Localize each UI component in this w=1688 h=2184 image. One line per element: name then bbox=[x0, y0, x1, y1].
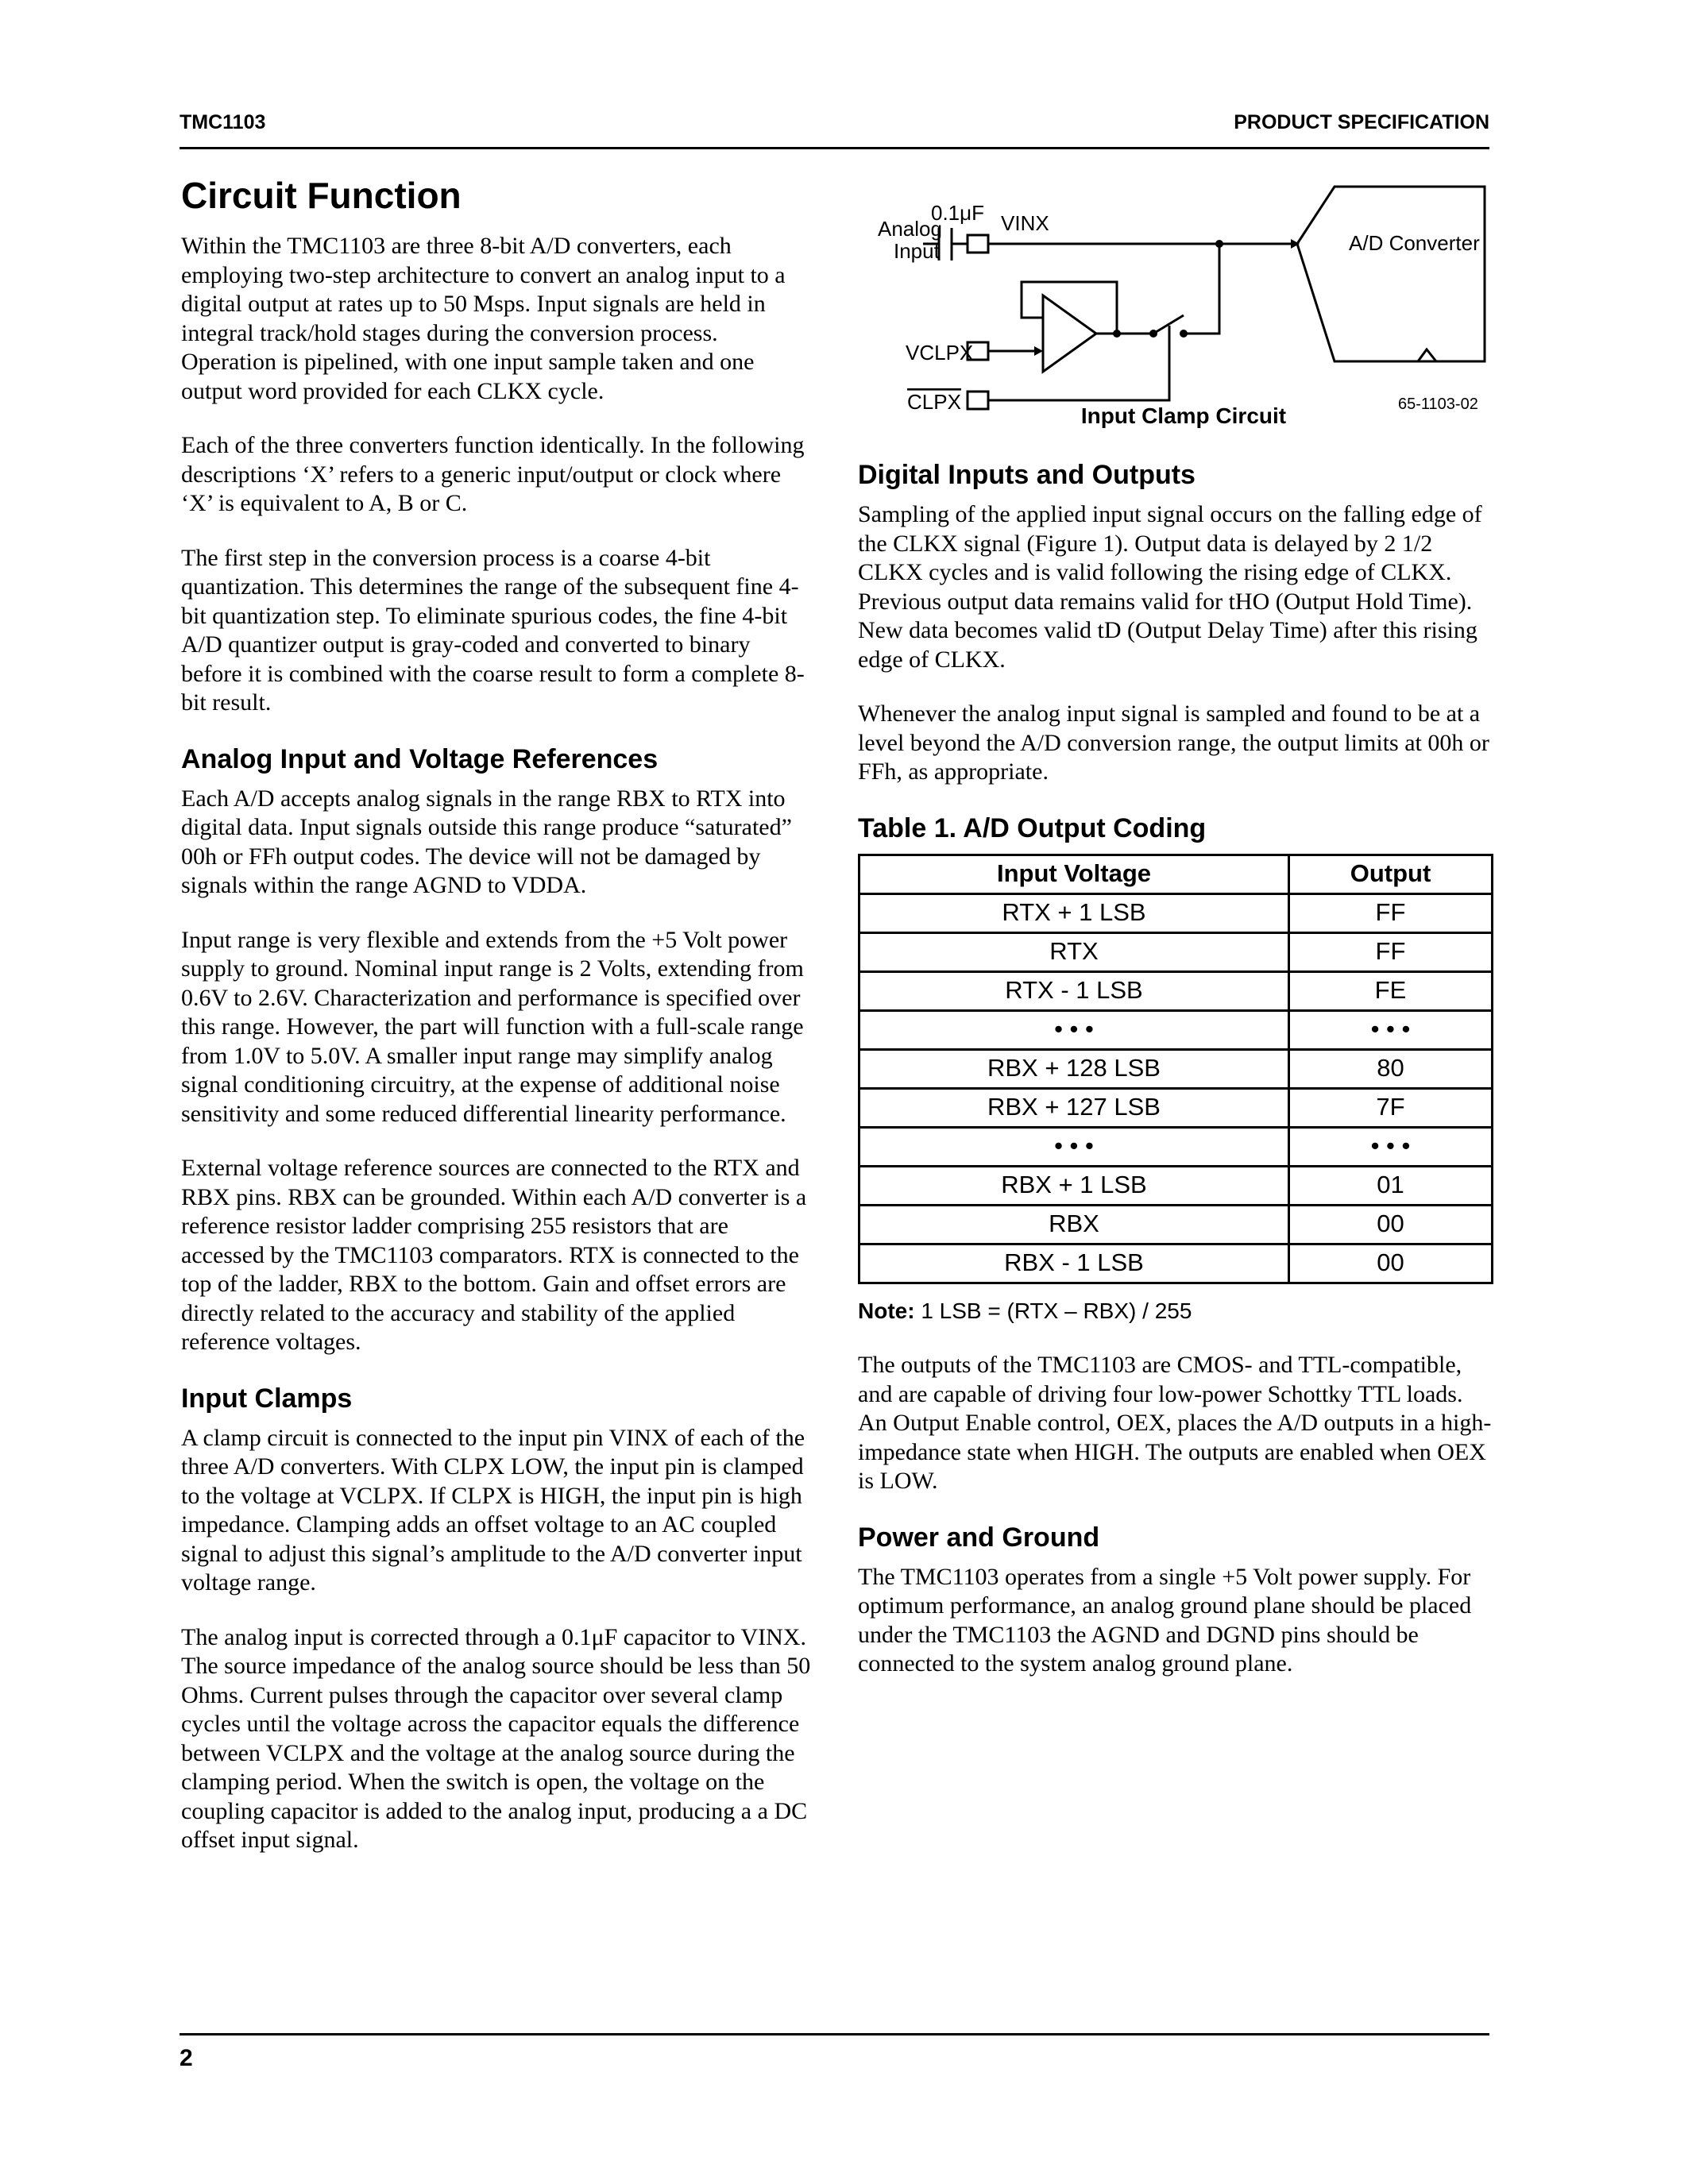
paragraph: A clamp circuit is connected to the inpu… bbox=[181, 1424, 805, 1596]
feedback-wire bbox=[1020, 280, 1118, 334]
paragraph: The TMC1103 operates from a single +5 Vo… bbox=[858, 1563, 1472, 1677]
cell: • • • bbox=[858, 1009, 1290, 1051]
buffer-amplifier bbox=[1041, 293, 1099, 374]
vinx-pin bbox=[966, 233, 990, 254]
label-adc: A/D Converter bbox=[1349, 231, 1480, 255]
label-capacitor: 0.1μF bbox=[931, 201, 984, 225]
cell: RBX + 1 LSB bbox=[858, 1164, 1290, 1206]
table-row: RTX FF bbox=[858, 931, 1494, 973]
wire bbox=[988, 326, 1171, 402]
cell: FE bbox=[1287, 970, 1494, 1012]
label-vinx: VINX bbox=[1001, 211, 1049, 235]
section-title-circuit-function: Circuit Function bbox=[181, 175, 462, 216]
table-row: • • • • • • bbox=[858, 1125, 1494, 1167]
cell: 01 bbox=[1287, 1164, 1494, 1206]
cell: • • • bbox=[1287, 1125, 1494, 1167]
note-label: Note: bbox=[858, 1298, 915, 1323]
paragraph: External voltage reference sources are c… bbox=[181, 1155, 807, 1355]
paragraph: The first step in the conversion process… bbox=[181, 544, 805, 716]
cell: RBX + 128 LSB bbox=[858, 1048, 1290, 1090]
paragraph: The analog input is corrected through a … bbox=[181, 1623, 811, 1854]
cell: FF bbox=[1287, 931, 1494, 973]
paragraph: Input range is very flexible and extends… bbox=[181, 926, 804, 1127]
table-row: RTX + 1 LSB FF bbox=[858, 892, 1494, 934]
note-text: 1 LSB = (RTX – RBX) / 255 bbox=[921, 1298, 1192, 1323]
paragraph: Each A/D accepts analog signals in the r… bbox=[181, 785, 792, 899]
cell: FF bbox=[1287, 892, 1494, 934]
cell: RBX - 1 LSB bbox=[858, 1242, 1290, 1284]
cell: RBX bbox=[858, 1203, 1290, 1245]
section-heading-power-ground: Power and Ground bbox=[858, 1522, 1100, 1553]
table-row: RBX + 128 LSB 80 bbox=[858, 1048, 1494, 1090]
cell: • • • bbox=[858, 1125, 1290, 1167]
paragraph: The outputs of the TMC1103 are CMOS- and… bbox=[858, 1352, 1492, 1494]
figure-caption: Input Clamp Circuit bbox=[1080, 403, 1287, 428]
paragraph: Each of the three converters function id… bbox=[181, 432, 805, 516]
paragraph: Whenever the analog input signal is samp… bbox=[858, 700, 1489, 785]
page-number: 2 bbox=[180, 2045, 193, 2071]
table-title: Table 1. A/D Output Coding bbox=[858, 812, 1207, 843]
table-note: Note: 1 LSB = (RTX – RBX) / 255 bbox=[858, 1297, 1493, 1326]
cell: RTX + 1 LSB bbox=[858, 892, 1290, 934]
cell: RBX + 127 LSB bbox=[858, 1086, 1290, 1129]
cell: RTX bbox=[858, 931, 1290, 973]
label-input: Input bbox=[894, 239, 941, 263]
clock-input bbox=[1416, 347, 1438, 362]
table-header: Input Voltage bbox=[858, 853, 1290, 895]
table-row: RTX - 1 LSB FE bbox=[858, 970, 1494, 1012]
adc-block bbox=[1296, 185, 1486, 363]
section-heading-analog-input: Analog Input and Voltage References bbox=[181, 743, 659, 774]
section-heading-input-clamps: Input Clamps bbox=[181, 1383, 353, 1414]
cell: 7F bbox=[1287, 1086, 1494, 1129]
header-doc-type: PRODUCT SPECIFICATION bbox=[1234, 111, 1489, 133]
table-header: Output bbox=[1287, 853, 1494, 895]
paragraph: Sampling of the applied input signal occ… bbox=[858, 501, 1482, 673]
paragraph: Within the TMC1103 are three 8-bit A/D c… bbox=[181, 233, 786, 404]
wire bbox=[1184, 244, 1221, 335]
section-heading-digital-io: Digital Inputs and Outputs bbox=[858, 460, 1196, 490]
cell: • • • bbox=[1287, 1009, 1494, 1051]
header-rule bbox=[180, 147, 1489, 149]
right-column: Digital Inputs and Outputs Sampling of t… bbox=[858, 459, 1494, 1704]
label-vclpx: VCLPX bbox=[906, 341, 973, 365]
cell: 00 bbox=[1287, 1242, 1494, 1284]
table-row: RBX - 1 LSB 00 bbox=[858, 1242, 1494, 1284]
table-row: RBX 00 bbox=[858, 1203, 1494, 1245]
header-doc-id: TMC1103 bbox=[180, 111, 266, 133]
output-coding-table: Input Voltage Output RTX + 1 LSB FF RTX FF… bbox=[858, 853, 1494, 1284]
left-column: Circuit Function Within the TMC1103 are … bbox=[181, 175, 817, 1881]
input-clamp-circuit-diagram: Analog Input 0.1μF VINX VCLPX CLPX A/D C… bbox=[878, 185, 1486, 414]
table-row: RBX + 1 LSB 01 bbox=[858, 1164, 1494, 1206]
cell: RTX - 1 LSB bbox=[858, 970, 1290, 1012]
footer-rule bbox=[180, 2033, 1489, 2035]
cell: 00 bbox=[1287, 1203, 1494, 1245]
table-row: RBX + 127 LSB 7F bbox=[858, 1086, 1494, 1129]
cell: 80 bbox=[1287, 1048, 1494, 1090]
table-row: • • • • • • bbox=[858, 1009, 1494, 1051]
